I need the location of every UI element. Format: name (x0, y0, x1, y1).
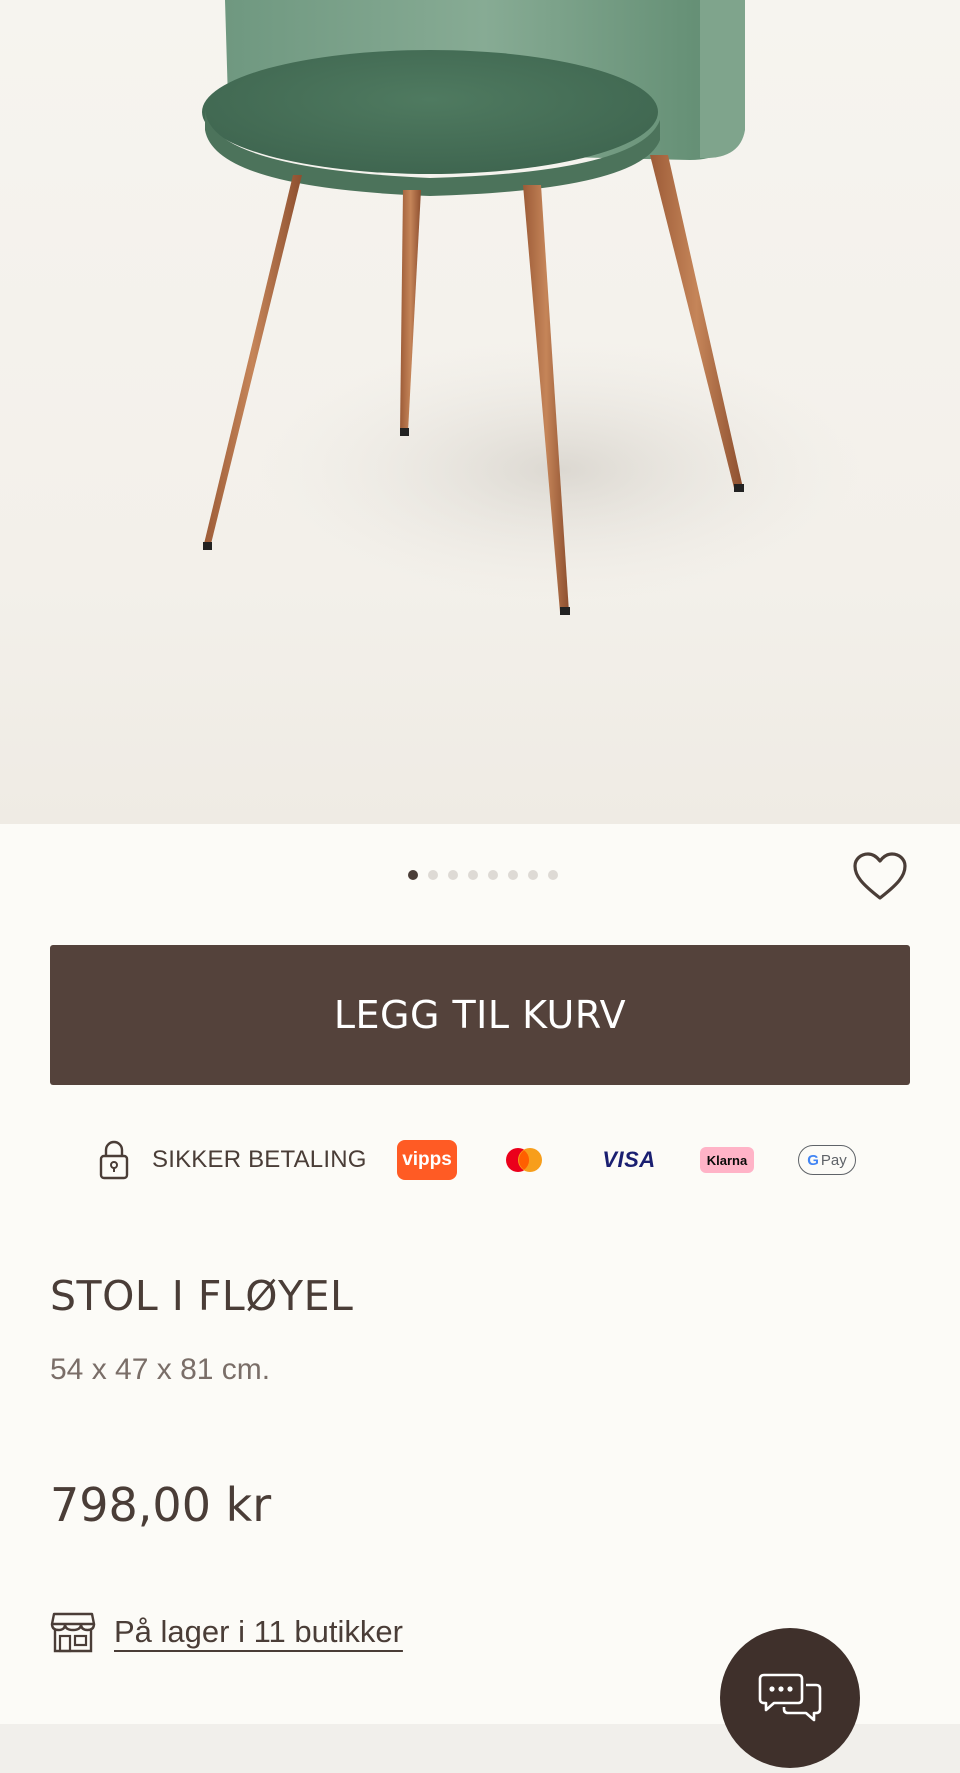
stock-link[interactable]: På lager i 11 butikker (114, 1614, 403, 1650)
google-pay-label: Pay (820, 1151, 847, 1169)
heart-icon (853, 852, 907, 900)
product-dimensions: 54 x 47 x 81 cm. (50, 1353, 271, 1386)
visa-icon: VISA (602, 1147, 656, 1172)
gallery-dot-active[interactable] (408, 870, 418, 880)
product-image[interactable] (0, 0, 960, 824)
gallery-dot[interactable] (548, 870, 558, 880)
store-icon (50, 1610, 96, 1654)
mastercard-icon (502, 1140, 546, 1180)
klarna-icon: Klarna (700, 1147, 754, 1173)
gallery-dot[interactable] (468, 870, 478, 880)
add-to-cart-button[interactable]: LEGG TIL KURV (50, 945, 910, 1085)
google-g-glyph: G (807, 1151, 819, 1169)
chat-button[interactable] (720, 1628, 860, 1768)
gallery-dot[interactable] (488, 870, 498, 880)
payment-methods-row: SIKKER BETALING vipps VISA Klarna G Pay (94, 1138, 874, 1182)
gallery-dot[interactable] (508, 870, 518, 880)
gallery-dot[interactable] (448, 870, 458, 880)
gallery-dot[interactable] (528, 870, 538, 880)
product-title: STOL I FLØYEL (50, 1272, 354, 1320)
gallery-pagination[interactable] (408, 868, 558, 882)
chat-bubbles-icon (758, 1673, 822, 1722)
google-pay-icon: G Pay (798, 1145, 856, 1175)
stock-availability[interactable]: På lager i 11 butikker (50, 1610, 403, 1654)
favorite-button[interactable] (850, 850, 910, 904)
vipps-icon: vipps (397, 1140, 457, 1180)
product-price: 798,00 kr (50, 1478, 272, 1532)
chair-illustration (202, 0, 860, 615)
gallery-dot[interactable] (428, 870, 438, 880)
